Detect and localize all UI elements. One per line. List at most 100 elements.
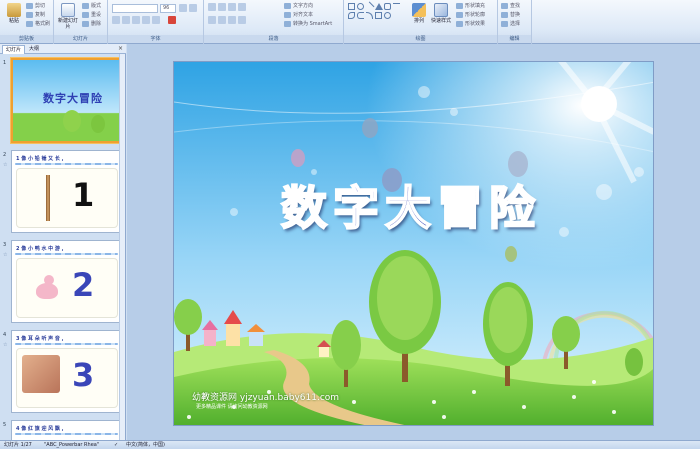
justify-button[interactable] <box>238 16 246 24</box>
shape-fill-button[interactable]: 形状填充 <box>456 2 485 10</box>
editing-group-label: 编辑 <box>498 35 531 43</box>
increase-indent-button[interactable] <box>238 3 246 11</box>
theme-name[interactable]: "ABC_Powerbar Rhea" <box>44 441 99 449</box>
animation-star-icon: ☆ <box>3 252 8 258</box>
close-icon[interactable]: × <box>118 45 123 52</box>
thumb-digit: 3 <box>72 356 95 394</box>
font-group-label: 字体 <box>108 35 203 43</box>
oval-shape-icon[interactable] <box>357 3 364 10</box>
thumb-card <box>16 258 118 318</box>
quick-styles-icon <box>434 3 448 17</box>
line-shape-icon[interactable] <box>364 1 375 12</box>
duck-image <box>36 283 58 299</box>
convert-smartart-button[interactable]: 转换为 SmartArt <box>284 20 332 28</box>
font-color-button[interactable] <box>168 16 176 24</box>
copy-button[interactable]: 复制 <box>26 11 45 19</box>
align-text-button[interactable]: 对齐文本 <box>284 11 313 19</box>
slides-group-label: 幻灯片 <box>54 35 107 43</box>
ribbon: 粘贴 剪切 复制 格式刷 剪贴板 新建幻灯片 版式 重设 删除 幻灯片 96 字… <box>0 0 700 44</box>
grow-font-button[interactable] <box>179 4 187 12</box>
triangle-shape-icon[interactable] <box>375 3 383 10</box>
thumb-title: 2 像 小 鸭 水 中 游 , <box>16 246 64 252</box>
callout-shape-icon[interactable] <box>375 12 382 19</box>
thumbnail-slide-5[interactable]: 4 像 红 旗 迎 风 飘 , <box>11 420 122 440</box>
clipboard-group-label: 剪贴板 <box>0 35 53 43</box>
arrange-icon <box>412 3 426 17</box>
select-button[interactable]: 选择 <box>501 20 520 28</box>
pane-tabs: 幻灯片 大纲 × <box>0 44 126 54</box>
text-direction-button[interactable]: 文字方向 <box>284 2 313 10</box>
arrange-button[interactable]: 排列 <box>408 2 430 32</box>
new-slide-icon <box>61 3 75 17</box>
numbering-button[interactable] <box>218 3 226 11</box>
cut-button[interactable]: 剪切 <box>26 2 45 10</box>
slide-thumbnail-pane: 幻灯片 大纲 × 1 数字大冒险 2 ☆ 1 像 小 铅 锤 又 长 , 1 3… <box>0 44 126 440</box>
rectangle-shape-icon[interactable] <box>348 3 355 10</box>
ear-image <box>22 355 60 393</box>
paste-button[interactable]: 粘贴 <box>3 2 25 32</box>
decrease-indent-button[interactable] <box>228 3 236 11</box>
status-bar: 幻灯片 1/27 "ABC_Powerbar Rhea" ✓ 中文(简体，中国) <box>0 440 700 449</box>
pane-scrollbar[interactable] <box>119 54 125 440</box>
tab-outline[interactable]: 大纲 <box>26 45 42 54</box>
star-shape-icon[interactable] <box>348 12 355 19</box>
thumbnail-slide-2[interactable]: 1 像 小 铅 锤 又 长 , 1 <box>11 150 122 233</box>
animation-star-icon: ☆ <box>3 162 8 168</box>
thumbnail-number: 3 <box>3 242 7 248</box>
align-right-button[interactable] <box>228 16 236 24</box>
slide-counter: 幻灯片 1/27 <box>4 442 32 448</box>
slide-artwork <box>174 62 653 425</box>
thumbnail-slide-3[interactable]: 2 像 小 鸭 水 中 游 , 2 <box>11 240 122 323</box>
shape-outline-button[interactable]: 形状轮廓 <box>456 11 485 19</box>
spellcheck-icon[interactable]: ✓ <box>114 441 118 449</box>
connector-shape-icon[interactable] <box>384 12 391 19</box>
brace-shape-icon[interactable] <box>357 12 364 19</box>
layout-button[interactable]: 版式 <box>82 2 101 10</box>
find-button[interactable]: 查找 <box>501 2 520 10</box>
curve-shape-icon[interactable] <box>366 12 373 19</box>
font-size-select[interactable]: 96 <box>160 4 176 13</box>
align-center-button[interactable] <box>218 16 226 24</box>
thumb-title: 数字大冒险 <box>43 92 103 105</box>
strikethrough-button[interactable] <box>142 16 150 24</box>
align-left-button[interactable] <box>208 16 216 24</box>
new-slide-button[interactable]: 新建幻灯片 <box>56 2 80 32</box>
editing-group: 查找 替换 选择 编辑 <box>498 0 532 44</box>
font-group: 96 字体 <box>108 0 204 44</box>
animation-star-icon: ☆ <box>3 342 8 348</box>
reset-button[interactable]: 重设 <box>82 11 101 19</box>
font-name-select[interactable] <box>112 4 158 13</box>
duck-head <box>44 275 54 285</box>
shrink-font-button[interactable] <box>189 4 197 12</box>
thumbnail-number: 4 <box>3 332 7 338</box>
format-painter-button[interactable]: 格式刷 <box>26 20 50 28</box>
bullets-button[interactable] <box>208 3 216 11</box>
bold-button[interactable] <box>112 16 120 24</box>
watermark-text: 幼教资源网 yjzyuan.baby611.com <box>192 393 340 403</box>
thumb-title: 4 像 红 旗 迎 风 飘 , <box>16 426 64 432</box>
thumbnail-slide-1[interactable]: 数字大冒险 <box>11 58 122 143</box>
thumbnail-number: 2 <box>3 152 7 158</box>
clipboard-group: 粘贴 剪切 复制 格式刷 剪贴板 <box>0 0 54 44</box>
delete-slide-button[interactable]: 删除 <box>82 20 101 28</box>
language-indicator[interactable]: 中文(简体，中国) <box>126 441 165 449</box>
drawing-group-label: 绘图 <box>344 35 497 43</box>
paragraph-group: 文字方向 对齐文本 转换为 SmartArt 段落 <box>204 0 344 44</box>
replace-button[interactable]: 替换 <box>501 11 520 19</box>
tab-slides[interactable]: 幻灯片 <box>2 45 26 54</box>
quick-styles-button[interactable]: 快速样式 <box>430 2 452 32</box>
current-slide[interactable]: 数字大冒险 幼教资源网 yjzyuan.baby611.com 更多精品课件 请… <box>173 61 654 426</box>
thumbnail-number: 5 <box>3 422 7 428</box>
paragraph-group-label: 段落 <box>204 35 343 43</box>
arrow-shape-icon[interactable] <box>393 3 400 10</box>
italic-button[interactable] <box>122 16 130 24</box>
slide-title[interactable]: 数字大冒险 <box>246 172 576 238</box>
rounded-rect-shape-icon[interactable] <box>384 3 391 10</box>
shadow-button[interactable] <box>152 16 160 24</box>
thumb-digit: 2 <box>72 266 95 304</box>
underline-button[interactable] <box>132 16 140 24</box>
shape-effects-button[interactable]: 形状效果 <box>456 20 485 28</box>
thumbnail-slide-4[interactable]: 3 像 耳 朵 听 声 音 , 3 <box>11 330 122 413</box>
thumb-tree <box>91 115 105 133</box>
thumbnail-number: 1 <box>3 60 7 66</box>
